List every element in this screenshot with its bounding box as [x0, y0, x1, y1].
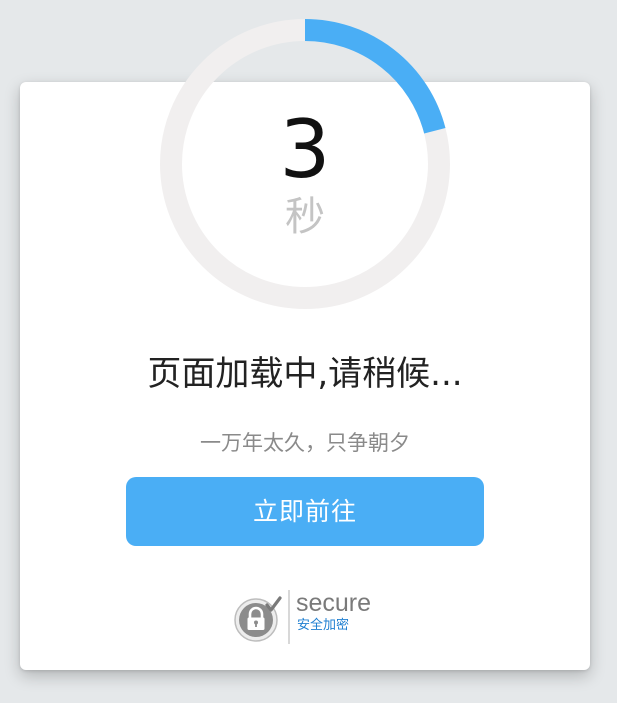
countdown-unit: 秒: [285, 194, 325, 240]
go-now-button[interactable]: 立即前往: [126, 477, 484, 546]
secure-label: secure: [296, 589, 372, 617]
loading-title: 页面加载中,请稍候...: [147, 354, 463, 394]
secure-subtitle: 安全加密: [297, 618, 350, 633]
badge-divider: [288, 590, 290, 644]
secure-badge: secure 安全加密: [234, 586, 394, 646]
slogan-text: 一万年太久，只争朝夕: [200, 431, 410, 455]
countdown-ring: 3 秒: [155, 14, 455, 314]
page: 3 秒 页面加载中,请稍候... 一万年太久，只争朝夕 立即前往 secure …: [0, 0, 617, 703]
padlock-check-icon: [234, 596, 282, 642]
countdown-seconds: 3: [279, 103, 331, 196]
